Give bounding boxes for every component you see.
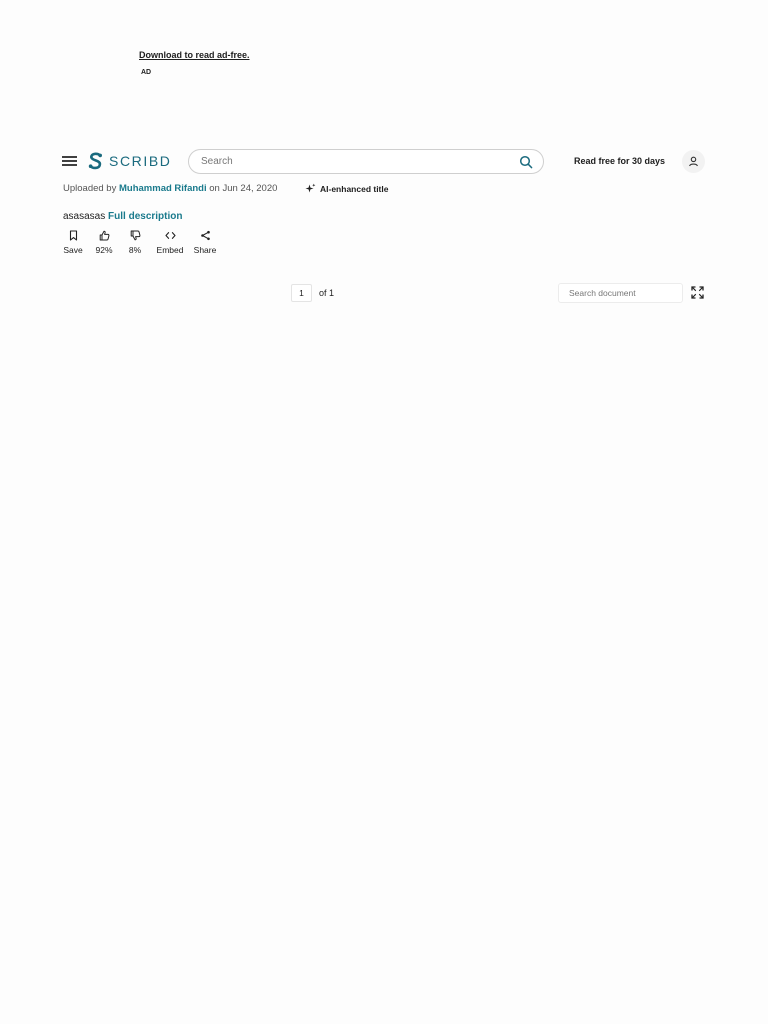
upvote-percent: 92% (95, 245, 113, 255)
full-description-link[interactable]: Full description (108, 211, 182, 222)
page-number-input[interactable]: 1 (291, 284, 312, 302)
search-icon[interactable] (519, 155, 533, 169)
uploaded-by-label: Uploaded by (63, 183, 117, 194)
downvote-button[interactable]: 8% (125, 230, 145, 255)
share-button[interactable]: Share (192, 230, 218, 255)
embed-code-icon (164, 232, 176, 239)
embed-label: Embed (156, 245, 184, 255)
logo-text: SCRIBD (109, 153, 172, 169)
downvote-percent: 8% (128, 245, 142, 255)
download-ad-free-link[interactable]: Download to read ad-free. (139, 50, 250, 60)
ai-title-label: AI-enhanced title (320, 183, 389, 194)
thumbs-up-icon (99, 230, 109, 241)
sparkle-icon (305, 183, 316, 193)
search-input[interactable] (199, 155, 519, 168)
ad-label: AD (141, 69, 152, 76)
upload-date: on Jun 24, 2020 (209, 183, 278, 194)
upvote-button[interactable]: 92% (94, 230, 114, 255)
share-label: Share (193, 245, 217, 255)
description-text: asasasas (63, 211, 106, 222)
page-count: of 1 (319, 288, 335, 298)
document-search[interactable] (558, 283, 683, 303)
author-link[interactable]: Muhammad Rifandi (119, 183, 207, 194)
thumbs-down-icon (130, 230, 140, 241)
user-icon (689, 156, 698, 167)
bookmark-icon (69, 230, 77, 241)
share-icon (200, 230, 210, 241)
read-free-button[interactable]: Read free for 30 days (574, 156, 665, 166)
embed-button[interactable]: Embed (155, 230, 185, 255)
action-bar: Save 92% 8% Embed Share (63, 230, 218, 255)
scribd-s-icon (88, 152, 102, 170)
fullscreen-icon[interactable] (691, 286, 704, 299)
document-search-input[interactable] (567, 287, 682, 299)
account-button[interactable] (682, 150, 705, 173)
upload-info: Uploaded by Muhammad Rifandi on Jun 24, … (63, 183, 277, 194)
save-button[interactable]: Save (63, 230, 83, 255)
save-label: Save (63, 245, 83, 255)
description: asasasas Full description (63, 211, 182, 222)
search-bar[interactable] (188, 149, 544, 174)
scribd-logo[interactable]: SCRIBD (88, 152, 172, 170)
ai-enhanced-badge: AI-enhanced title (305, 183, 388, 194)
menu-icon[interactable] (62, 156, 77, 167)
